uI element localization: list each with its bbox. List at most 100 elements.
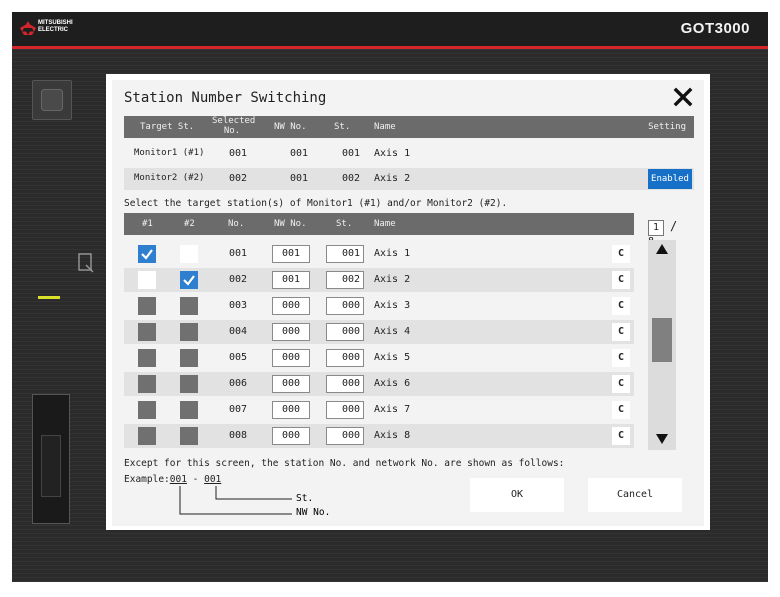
- monitor1-checkbox[interactable]: [138, 245, 156, 263]
- monitor1-checkbox[interactable]: [138, 427, 156, 445]
- monitor2-checkbox[interactable]: [180, 375, 198, 393]
- monitor-target: Monitor1 (#1): [134, 148, 205, 158]
- monitor-selected: 001: [229, 148, 248, 159]
- nw-no-field[interactable]: 000: [272, 375, 310, 393]
- hdr-st: St.: [334, 122, 351, 132]
- monitor1-checkbox[interactable]: [138, 349, 156, 367]
- nw-no-field[interactable]: 001: [272, 245, 310, 263]
- station-no: 003: [229, 300, 248, 311]
- station-no: 008: [229, 430, 248, 441]
- monitor-row-1: Monitor1 (#1) 001 001 001 Axis 1: [124, 144, 694, 166]
- clear-button[interactable]: C: [612, 349, 630, 367]
- scroll-thumb[interactable]: [652, 318, 672, 362]
- monitor1-checkbox[interactable]: [138, 297, 156, 315]
- station-no: 006: [229, 378, 248, 389]
- monitor1-checkbox[interactable]: [138, 323, 156, 341]
- example-nw-label: NW No.: [296, 507, 331, 518]
- scroll-up-icon[interactable]: [656, 244, 668, 254]
- monitor2-checkbox[interactable]: [180, 271, 198, 289]
- usb-slot-cover[interactable]: [32, 394, 70, 524]
- footer-note: Except for this screen, the station No. …: [124, 458, 565, 469]
- hdr-nw: NW No.: [274, 122, 307, 132]
- st-field[interactable]: 002: [326, 271, 364, 289]
- hdr-nw: NW No.: [274, 219, 307, 229]
- monitor2-checkbox[interactable]: [180, 297, 198, 315]
- clear-button[interactable]: C: [612, 297, 630, 315]
- station-switch-dialog: Station Number Switching Target St. Sele…: [112, 80, 704, 526]
- scrollbar[interactable]: [648, 240, 676, 450]
- cancel-button[interactable]: Cancel: [588, 478, 682, 512]
- st-field[interactable]: 000: [326, 375, 364, 393]
- clear-button[interactable]: C: [612, 401, 630, 419]
- ok-button[interactable]: OK: [470, 478, 564, 512]
- clear-button[interactable]: C: [612, 271, 630, 289]
- nw-no-field[interactable]: 000: [272, 323, 310, 341]
- monitor2-checkbox[interactable]: [180, 427, 198, 445]
- example-prefix: Example:: [124, 474, 170, 485]
- st-field[interactable]: 000: [326, 427, 364, 445]
- clear-button[interactable]: C: [612, 323, 630, 341]
- station-row: 008 000 000 Axis 8 C: [124, 424, 634, 448]
- monitor1-checkbox[interactable]: [138, 375, 156, 393]
- monitor1-checkbox[interactable]: [138, 271, 156, 289]
- station-name: Axis 1: [374, 248, 411, 259]
- station-name: Axis 5: [374, 352, 411, 363]
- station-name: Axis 2: [374, 274, 411, 285]
- nw-no-field[interactable]: 001: [272, 271, 310, 289]
- monitor-selected: 002: [229, 173, 248, 184]
- checkmark-icon: [183, 275, 195, 286]
- example-st: 001: [204, 474, 222, 485]
- brand-line2: ELECTRIC: [38, 27, 68, 33]
- st-field[interactable]: 001: [326, 245, 364, 263]
- instruction-text: Select the target station(s) of Monitor1…: [124, 198, 508, 209]
- hmi-top-bar: [12, 12, 768, 46]
- monitor-name: Axis 2: [374, 173, 411, 184]
- enabled-button[interactable]: Enabled: [648, 169, 692, 189]
- camera-window: [32, 80, 72, 120]
- checkmark-icon: [141, 249, 153, 260]
- nw-no-field[interactable]: 000: [272, 401, 310, 419]
- brand-line1: MITSUBISHI: [38, 20, 73, 26]
- st-field[interactable]: 000: [326, 401, 364, 419]
- page-current: 1: [648, 220, 664, 236]
- station-row: 004 000 000 Axis 4 C: [124, 320, 634, 344]
- st-field[interactable]: 000: [326, 323, 364, 341]
- monitor2-checkbox[interactable]: [180, 401, 198, 419]
- monitor-st: 001: [342, 148, 361, 159]
- st-field[interactable]: 000: [326, 349, 364, 367]
- station-row: 001 001 001 Axis 1 C: [124, 242, 634, 266]
- status-led: [38, 296, 60, 299]
- monitor-nw: 001: [290, 148, 309, 159]
- st-field[interactable]: 000: [326, 297, 364, 315]
- station-no: 001: [229, 248, 248, 259]
- hdr-c2: #2: [184, 219, 195, 229]
- monitor2-checkbox[interactable]: [180, 349, 198, 367]
- station-row: 007 000 000 Axis 7 C: [124, 398, 634, 422]
- clear-button[interactable]: C: [612, 375, 630, 393]
- station-name: Axis 4: [374, 326, 411, 337]
- station-row: 005 000 000 Axis 5 C: [124, 346, 634, 370]
- station-row: 006 000 000 Axis 6 C: [124, 372, 634, 396]
- hdr-no: No.: [228, 219, 245, 229]
- station-row: 002 001 002 Axis 2 C: [124, 268, 634, 292]
- close-icon[interactable]: [672, 86, 694, 108]
- station-no: 005: [229, 352, 248, 363]
- nw-no-field[interactable]: 000: [272, 297, 310, 315]
- device-side-icon: [78, 253, 94, 273]
- nw-no-field[interactable]: 000: [272, 427, 310, 445]
- scroll-down-icon[interactable]: [656, 434, 668, 444]
- hdr-c1: #1: [142, 219, 153, 229]
- monitor2-checkbox[interactable]: [180, 245, 198, 263]
- monitor2-checkbox[interactable]: [180, 323, 198, 341]
- monitor-table-header: Target St. Selected No. NW No. St. Name …: [124, 116, 694, 138]
- monitor1-checkbox[interactable]: [138, 401, 156, 419]
- clear-button[interactable]: C: [612, 245, 630, 263]
- monitor-target: Monitor2 (#2): [134, 173, 205, 183]
- example-st-label: St.: [296, 493, 314, 504]
- station-no: 007: [229, 404, 248, 415]
- station-name: Axis 8: [374, 430, 411, 441]
- station-name: Axis 7: [374, 404, 411, 415]
- example-sep: -: [186, 474, 205, 485]
- clear-button[interactable]: C: [612, 427, 630, 445]
- nw-no-field[interactable]: 000: [272, 349, 310, 367]
